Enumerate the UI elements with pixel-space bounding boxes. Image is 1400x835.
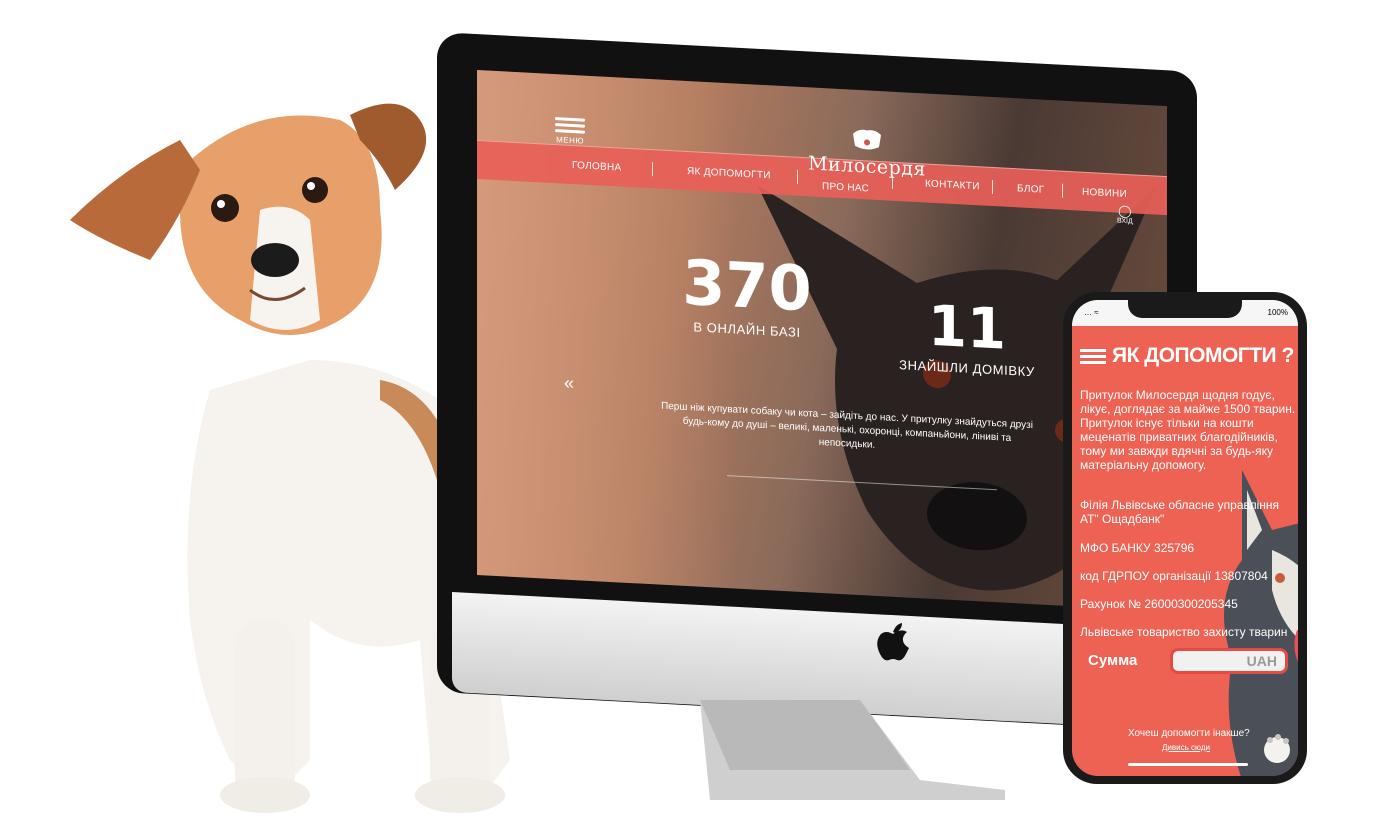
bank-mfo: МФО БАНКУ 325796	[1080, 541, 1195, 555]
nav-home[interactable]: ГОЛОВНА	[572, 160, 622, 174]
menu-button[interactable]: МЕНЮ	[555, 114, 585, 146]
stat-online-base: 370 В ОНЛАЙН БАЗІ	[672, 245, 822, 341]
bank-branch: Філія Львівське обласне управління АТ" О…	[1080, 498, 1280, 526]
phone-notch	[1128, 300, 1242, 318]
mobile-heading-text: ЯК ДОПОМОГТИ ?	[1112, 344, 1294, 367]
slider-prev-arrow[interactable]: «	[564, 373, 574, 395]
user-icon: ◯	[1118, 203, 1132, 219]
login-label: ВХІД	[1117, 217, 1133, 226]
status-bar: … ≈ 100%	[1072, 300, 1298, 326]
site-logo[interactable]: Милосердя	[802, 125, 932, 181]
bank-account: Рахунок № 26000300205345	[1080, 597, 1238, 611]
imac-stand	[700, 700, 1005, 800]
nav-divider	[652, 162, 653, 177]
battery-level: 100%	[1267, 308, 1288, 317]
nav-divider	[797, 169, 798, 184]
nav-about[interactable]: ПРО НАС	[822, 181, 869, 194]
mobile-heading: ЯК ДОПОМОГТИ ?	[1080, 344, 1294, 368]
org-edrpou: код ГДРПОУ організації 13807804	[1080, 569, 1268, 583]
nav-divider	[992, 179, 993, 195]
signal-icon: … ≈	[1084, 308, 1099, 317]
mobile-paragraph: Притулок Милосердя щодня годує, лікує, д…	[1080, 388, 1296, 472]
sum-input[interactable]: UAH	[1170, 648, 1288, 674]
hamburger-icon[interactable]	[1080, 346, 1106, 367]
help-question: Хочеш допомогти інакше?	[1128, 728, 1250, 739]
apple-logo-icon	[877, 623, 909, 661]
login-button[interactable]: ◯ ВХІД	[1117, 204, 1133, 226]
home-indicator	[1128, 763, 1248, 766]
nav-blog[interactable]: БЛОГ	[1017, 183, 1045, 195]
stat-found-home: 11 ЗНАЙШЛИ ДОМІВКУ	[897, 292, 1037, 380]
dog-head-logo-icon	[853, 129, 881, 150]
stat-number: 11	[928, 293, 1006, 363]
stat-number: 370	[682, 245, 812, 326]
website-mobile-screen: … ≈ 100% ЯК ДОПОМОГТИ ? Притулок Милосер…	[1072, 300, 1298, 776]
nav-divider	[1062, 183, 1063, 198]
nav-contacts[interactable]: КОНТАКТИ	[925, 178, 980, 192]
hamburger-icon	[555, 117, 585, 134]
nav-news[interactable]: НОВИНИ	[1082, 187, 1127, 200]
nav-how-to-help[interactable]: ЯК ДОПОМОГТИ	[687, 166, 771, 181]
currency-label: UAH	[1246, 653, 1277, 669]
help-link[interactable]: Дивись сюди	[1162, 743, 1210, 752]
org-name: Львівське товариство захисту тварин	[1080, 625, 1288, 639]
sum-label: Сумма	[1088, 652, 1138, 669]
